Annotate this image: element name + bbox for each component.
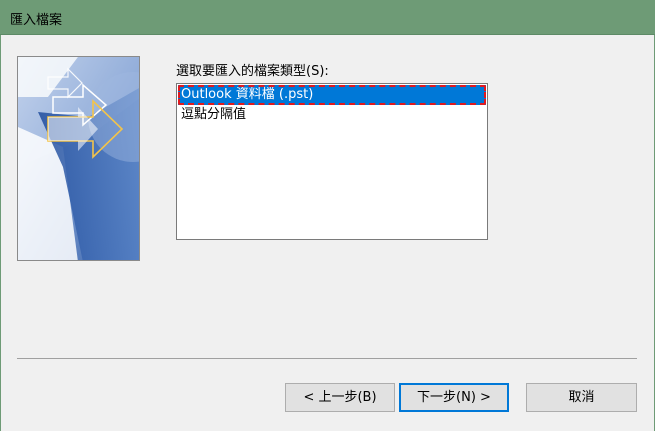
file-type-prompt: 選取要匯入的檔案類型(S):	[176, 64, 329, 79]
list-item-outlook-pst[interactable]: Outlook 資料檔 (.pst)	[178, 85, 486, 105]
window-title: 匯入檔案	[10, 13, 63, 28]
cancel-button[interactable]: 取消	[526, 383, 637, 412]
next-button[interactable]: 下一步(N) >	[399, 383, 509, 412]
wizard-arrows-illustration	[18, 57, 139, 260]
list-item-csv[interactable]: 逗點分隔值	[178, 105, 486, 125]
file-type-listbox[interactable]: Outlook 資料檔 (.pst) 逗點分隔值	[176, 83, 488, 240]
back-button[interactable]: < 上一步(B)	[285, 383, 395, 412]
title-bar: 匯入檔案	[0, 0, 655, 35]
wizard-graphic	[17, 56, 140, 261]
footer-separator	[17, 358, 637, 359]
window-frame-left	[0, 35, 1, 431]
